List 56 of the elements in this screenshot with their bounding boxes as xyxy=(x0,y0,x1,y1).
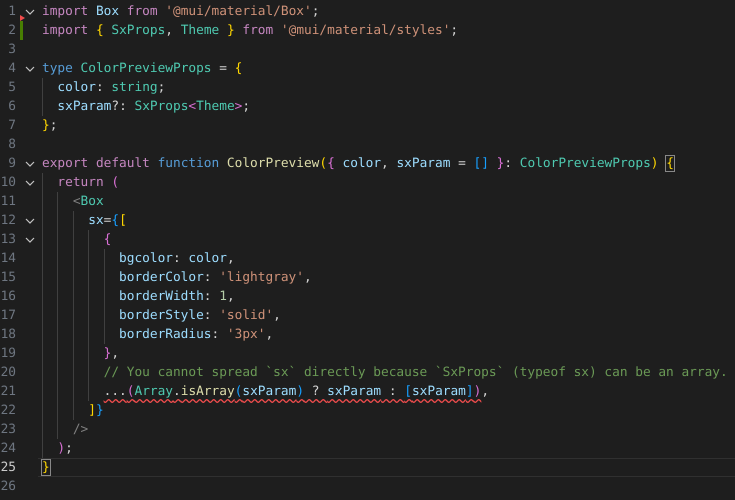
chevron-down-icon[interactable] xyxy=(25,8,35,14)
code-line: borderRadius: '3px', xyxy=(118,327,274,342)
line-number: 6 xyxy=(7,98,16,116)
line-number: 26 xyxy=(0,478,16,496)
code-line: ); xyxy=(56,441,73,456)
line-number: 8 xyxy=(7,136,16,154)
chevron-down-icon[interactable] xyxy=(25,160,35,166)
line-number: 22 xyxy=(0,402,16,420)
chevron-down-icon[interactable] xyxy=(25,236,35,242)
line-number: 23 xyxy=(0,421,16,439)
line-number: 9 xyxy=(7,155,16,173)
chevron-down-icon[interactable] xyxy=(25,66,35,72)
code-line: sxParam?: SxProps<Theme>; xyxy=(56,99,250,114)
line-number: 14 xyxy=(0,250,16,268)
code-line: color: string; xyxy=(56,80,166,95)
added-line-marker[interactable] xyxy=(20,21,23,40)
line-number: 20 xyxy=(0,364,16,382)
line-number: 7 xyxy=(7,117,16,135)
code-line: type ColorPreviewProps = { xyxy=(42,61,242,76)
code-line: return ( xyxy=(56,175,120,190)
line-number: 1 xyxy=(7,3,16,21)
code-line: }; xyxy=(42,118,58,133)
code-line: } xyxy=(42,460,50,475)
code-line: import { SxProps, Theme } from '@mui/material/styles'; xyxy=(42,23,458,38)
code-line: { xyxy=(102,232,112,247)
line-number: 15 xyxy=(0,269,16,287)
code-line: <Box xyxy=(72,194,104,209)
chevron-down-icon[interactable] xyxy=(25,218,35,224)
code-line: }, xyxy=(102,346,120,361)
line-number: 21 xyxy=(0,383,16,401)
line-number: 3 xyxy=(7,41,16,59)
code-line: /> xyxy=(72,422,88,437)
code-line: borderWidth: 1, xyxy=(118,289,235,304)
chevron-down-icon[interactable] xyxy=(25,180,35,186)
line-number: 5 xyxy=(7,79,16,97)
code-line: ...(Array.isArray(sxParam) ? sxParam : [sxParam]), xyxy=(102,384,490,399)
line-number: 2 xyxy=(7,22,16,40)
line-number: 18 xyxy=(0,326,16,344)
code-line: ]} xyxy=(87,403,104,418)
code-line: bgcolor: color, xyxy=(118,251,235,266)
line-number: 4 xyxy=(7,60,16,78)
line-number: 13 xyxy=(0,231,16,249)
code-line: borderColor: 'lightgray', xyxy=(118,270,312,285)
code-line: export default function ColorPreview({ color, sxParam = [] }: ColorPreviewProps) { xyxy=(42,156,674,171)
line-number: 10 xyxy=(0,174,16,192)
code-line: // You cannot spread `sx` directly because `SxProps` (typeof sx) can be an array. xyxy=(102,365,728,380)
line-number: 16 xyxy=(0,288,16,306)
line-number: 19 xyxy=(0,345,16,363)
line-number: 11 xyxy=(0,193,16,211)
line-number: 12 xyxy=(0,212,16,230)
line-number: 25 xyxy=(0,459,16,477)
code-line: import Box from '@mui/material/Box'; xyxy=(42,4,320,19)
code-line: sx={[ xyxy=(87,213,127,228)
line-number: 17 xyxy=(0,307,16,325)
line-number: 24 xyxy=(0,440,16,458)
code-line: borderStyle: 'solid', xyxy=(118,308,281,323)
